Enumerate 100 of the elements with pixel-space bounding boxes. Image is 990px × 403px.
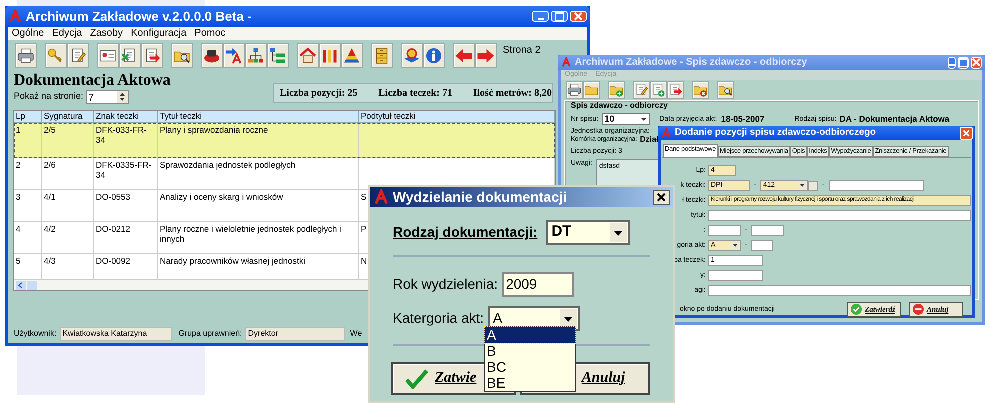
table-cell: 5 xyxy=(16,256,21,266)
toolbar-button[interactable] xyxy=(141,43,163,68)
maximize-icon xyxy=(959,58,968,67)
status-value: Kwiatkowska Katarzyna xyxy=(60,327,172,341)
toolbar-button[interactable] xyxy=(633,81,650,99)
table-cell: 2/6 xyxy=(44,160,56,170)
field-value: 18-05-2007 xyxy=(721,114,765,124)
help-book-icon xyxy=(403,46,421,64)
toolbar-button[interactable] xyxy=(15,43,37,68)
toolbar-button[interactable] xyxy=(297,43,319,68)
dropdown-arrow-icon xyxy=(798,181,808,190)
table-row[interactable]: 2 2/6 DFK-0335-FR-34 Sprawozdania jednostek podległych xyxy=(14,158,555,190)
status-label: We xyxy=(349,328,364,340)
window-title: Dodanie pozycji spisu zdawczo-odbiorczego xyxy=(675,126,876,140)
list-number-dropdown[interactable]: 10 xyxy=(602,113,650,125)
minimize-button[interactable] xyxy=(948,56,956,68)
field-label: Pokaż na stronie: xyxy=(14,90,84,104)
column-header[interactable]: Znak teczki xyxy=(94,111,158,123)
menu-item[interactable]: Zasoby xyxy=(86,26,128,41)
checkmark-icon xyxy=(851,304,862,316)
minimize-icon xyxy=(949,64,955,66)
column-header[interactable]: Sygnatura xyxy=(42,111,94,123)
toolbar-button[interactable] xyxy=(201,43,223,68)
toolbar-button[interactable] xyxy=(566,81,583,99)
input-field[interactable] xyxy=(708,285,971,296)
close-icon xyxy=(574,12,583,21)
menu-item[interactable]: Konfiguracja xyxy=(127,26,191,41)
field-label: Katergoria akt: xyxy=(393,309,484,328)
table-cell: Plany i sprawozdania roczne xyxy=(160,125,268,135)
column-header[interactable]: Podtytuł teczki xyxy=(359,111,555,123)
toolbar-button[interactable] xyxy=(67,43,89,68)
toolbar-button[interactable] xyxy=(717,81,734,99)
input-field[interactable] xyxy=(708,210,971,222)
year-field[interactable]: 2009 xyxy=(502,272,574,297)
status-label: Użytkownik: xyxy=(13,328,58,340)
table-cell: 3 xyxy=(16,192,21,202)
app-logo-icon xyxy=(561,57,572,68)
table-cell: 2 xyxy=(16,160,21,170)
minus-circle-icon xyxy=(913,304,924,316)
input-field[interactable] xyxy=(751,225,784,236)
table-cell: DO-0092 xyxy=(96,256,130,266)
input-field[interactable] xyxy=(708,270,763,282)
toolbar-button[interactable] xyxy=(319,43,341,68)
info-icon xyxy=(425,46,443,64)
table-cell: Narady pracowników własnej jednostki xyxy=(160,256,306,266)
maximize-button[interactable] xyxy=(958,56,969,68)
status-label: Grupa uprawnień: xyxy=(178,328,244,340)
menu-item[interactable]: Ogólne xyxy=(8,26,48,41)
window-title: Archiwum Zakładowe - Spis zdawczo - odbiorczy xyxy=(575,56,808,70)
page-size-spinner[interactable]: 7 xyxy=(86,90,129,104)
summary-text: Liczba pozycji: 25 xyxy=(280,86,358,100)
app-logo-icon xyxy=(8,9,23,24)
maximize-button[interactable] xyxy=(551,11,568,22)
toolbar-button[interactable] xyxy=(667,81,684,99)
toolbar-button[interactable] xyxy=(401,43,423,68)
toolbar-button[interactable] xyxy=(223,43,245,68)
list-icon xyxy=(269,46,287,64)
toolbar-button[interactable] xyxy=(341,43,363,68)
pyramid-icon xyxy=(343,46,361,64)
input-field[interactable] xyxy=(708,225,741,236)
table-cell: 4/2 xyxy=(44,224,56,234)
status-value: Dyrektor xyxy=(245,327,346,341)
table-cell: P xyxy=(361,224,367,234)
table-cell: 4 xyxy=(16,224,21,234)
arrow-left-icon xyxy=(455,46,473,64)
dropdown-option[interactable]: A xyxy=(485,327,575,343)
table-row[interactable]: 1 2/5 DFK-033-FR-34 Plany i sprawozdania roczne xyxy=(14,123,555,158)
close-button[interactable] xyxy=(653,190,670,204)
checkmark-icon xyxy=(405,368,429,388)
table-cell: 2/5 xyxy=(44,125,56,135)
field-value: DA - Dokumentacja Aktowa xyxy=(840,114,950,124)
scrollbar-thumb[interactable] xyxy=(27,280,37,290)
app-logo-icon xyxy=(373,188,390,206)
table-cell: DO-0212 xyxy=(96,224,130,234)
toolbar-button[interactable] xyxy=(423,43,445,68)
house-icon xyxy=(299,46,317,64)
column-header[interactable]: Lp xyxy=(14,111,42,123)
toolbar-button[interactable] xyxy=(245,43,267,68)
minimize-button[interactable] xyxy=(532,11,549,22)
dropdown-option[interactable]: B xyxy=(485,343,575,359)
scroll-left-icon[interactable] xyxy=(16,280,26,290)
menu-item[interactable]: Pomoc xyxy=(190,26,230,41)
input-field[interactable] xyxy=(751,240,774,252)
minimize-icon xyxy=(538,18,544,20)
section-heading: Dokumentacja Aktowa xyxy=(14,73,171,89)
table-cell: Sprawozdania jednostek podległych xyxy=(160,160,296,170)
column-header[interactable]: Tytuł teczki xyxy=(158,111,359,123)
key-icon xyxy=(47,46,65,64)
menu-item[interactable]: Edycja xyxy=(48,26,86,41)
toolbar-button[interactable] xyxy=(97,43,119,68)
document-type-dropdown[interactable]: DT xyxy=(546,220,630,245)
table-cell: 1 xyxy=(16,125,21,135)
toolbar-button[interactable] xyxy=(650,81,667,99)
table-cell: Plany roczne i wieloletnie jednostek podległych i innych xyxy=(160,224,342,244)
printer-icon xyxy=(17,46,35,64)
toolbar-button[interactable] xyxy=(371,43,393,68)
input-field[interactable] xyxy=(828,180,924,192)
table-cell: DFK-0335-FR-34 xyxy=(96,160,152,180)
toolbar-button[interactable] xyxy=(171,43,193,68)
table-cell: DFK-033-FR-34 xyxy=(96,125,148,145)
